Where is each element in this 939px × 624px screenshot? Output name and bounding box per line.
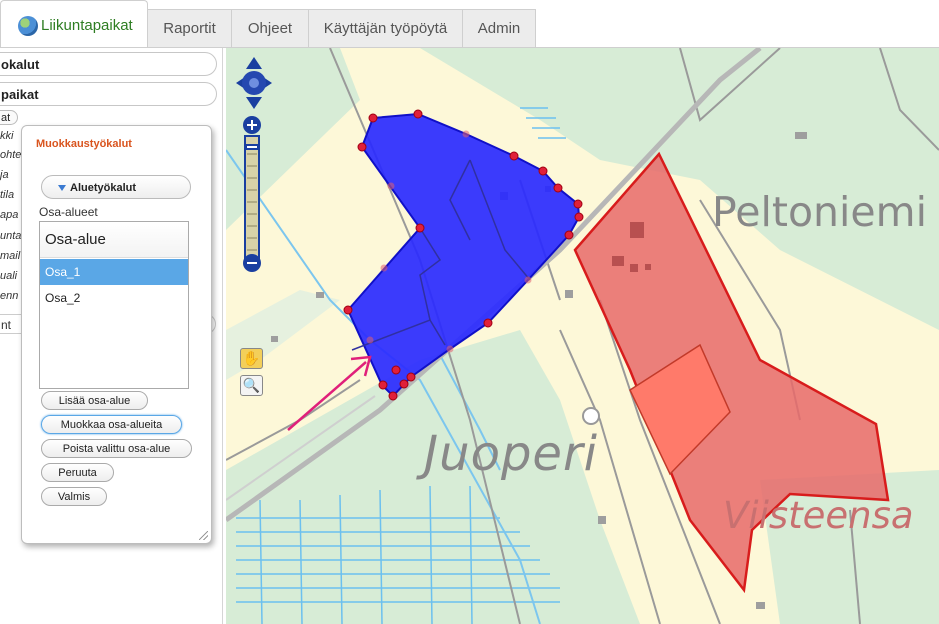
globe-icon bbox=[18, 16, 38, 36]
place-label-peltoniemi: Peltoniemi bbox=[712, 188, 927, 236]
subareas-list[interactable]: Osa-alue Osa_1 Osa_2 bbox=[39, 221, 189, 389]
sidebar-item: kki bbox=[0, 130, 14, 142]
map-canvas[interactable] bbox=[226, 48, 939, 624]
sidebar-section-places[interactable]: paikat bbox=[0, 82, 217, 106]
map-view[interactable]: Peltoniemi Juoperi Viisteensa ✋ 🔍 bbox=[226, 48, 939, 624]
sidebar-item: ohte bbox=[0, 149, 22, 161]
sidebar-item: mail bbox=[0, 250, 21, 262]
sidebar-section-tools[interactable]: okalut bbox=[0, 52, 217, 76]
list-item[interactable]: Osa_2 bbox=[40, 285, 188, 311]
add-subarea-button[interactable]: Lisää osa-alue bbox=[41, 391, 148, 410]
sidebar-item: enn bbox=[0, 290, 19, 302]
list-item[interactable]: Osa_1 bbox=[40, 259, 188, 285]
dialog-title: Muokkaustyökalut bbox=[36, 138, 132, 150]
resize-handle[interactable] bbox=[199, 531, 208, 540]
tab-label: Raportit bbox=[163, 20, 216, 37]
sidebar-item: unta bbox=[0, 230, 22, 242]
sidebar-pill[interactable]: at bbox=[0, 110, 18, 125]
zoom-box-icon[interactable]: 🔍 bbox=[240, 375, 263, 396]
cancel-button[interactable]: Peruuta bbox=[41, 463, 114, 482]
tab-admin[interactable]: Admin bbox=[462, 9, 536, 47]
top-nav: Liikuntapaikat Raportit Ohjeet Käyttäjän… bbox=[0, 0, 939, 48]
tab-liikuntapaikat[interactable]: Liikuntapaikat bbox=[0, 0, 148, 48]
pan-arrows-icon[interactable] bbox=[236, 57, 272, 109]
pan-hand-icon[interactable]: ✋ bbox=[240, 348, 263, 369]
tab-ohjeet[interactable]: Ohjeet bbox=[231, 9, 309, 47]
edit-subareas-button[interactable]: Muokkaa osa-alueita bbox=[41, 415, 182, 434]
done-button[interactable]: Valmis bbox=[41, 487, 107, 506]
subareas-label: Osa-alueet bbox=[39, 205, 98, 219]
place-label-viisteensa: Viisteensa bbox=[723, 494, 914, 537]
tab-label: Liikuntapaikat bbox=[41, 17, 133, 34]
sidebar-item: apa bbox=[0, 209, 19, 221]
tab-label: Käyttäjän työpöytä bbox=[323, 20, 448, 37]
tab-label: Admin bbox=[477, 20, 521, 37]
caret-down-icon bbox=[58, 185, 66, 191]
sidebar-item: ja bbox=[0, 169, 9, 181]
tab-kayttajan-tyopoyta[interactable]: Käyttäjän työpöytä bbox=[308, 9, 463, 47]
edit-tools-dialog: Muokkaustyökalut Aluetyökalut Osa-alueet… bbox=[21, 125, 212, 544]
section-label: Aluetyökalut bbox=[70, 182, 137, 194]
zoom-slider[interactable] bbox=[242, 114, 262, 274]
tab-raportit[interactable]: Raportit bbox=[147, 9, 232, 47]
sidebar-item: uali bbox=[0, 270, 18, 282]
list-header[interactable]: Osa-alue bbox=[40, 222, 188, 258]
area-tools-toggle[interactable]: Aluetyökalut bbox=[41, 175, 191, 199]
place-label-juoperi: Juoperi bbox=[424, 426, 599, 482]
tab-label: Ohjeet bbox=[247, 20, 293, 37]
sidebar-item: tila bbox=[0, 189, 15, 201]
delete-subarea-button[interactable]: Poista valittu osa-alue bbox=[41, 439, 192, 458]
